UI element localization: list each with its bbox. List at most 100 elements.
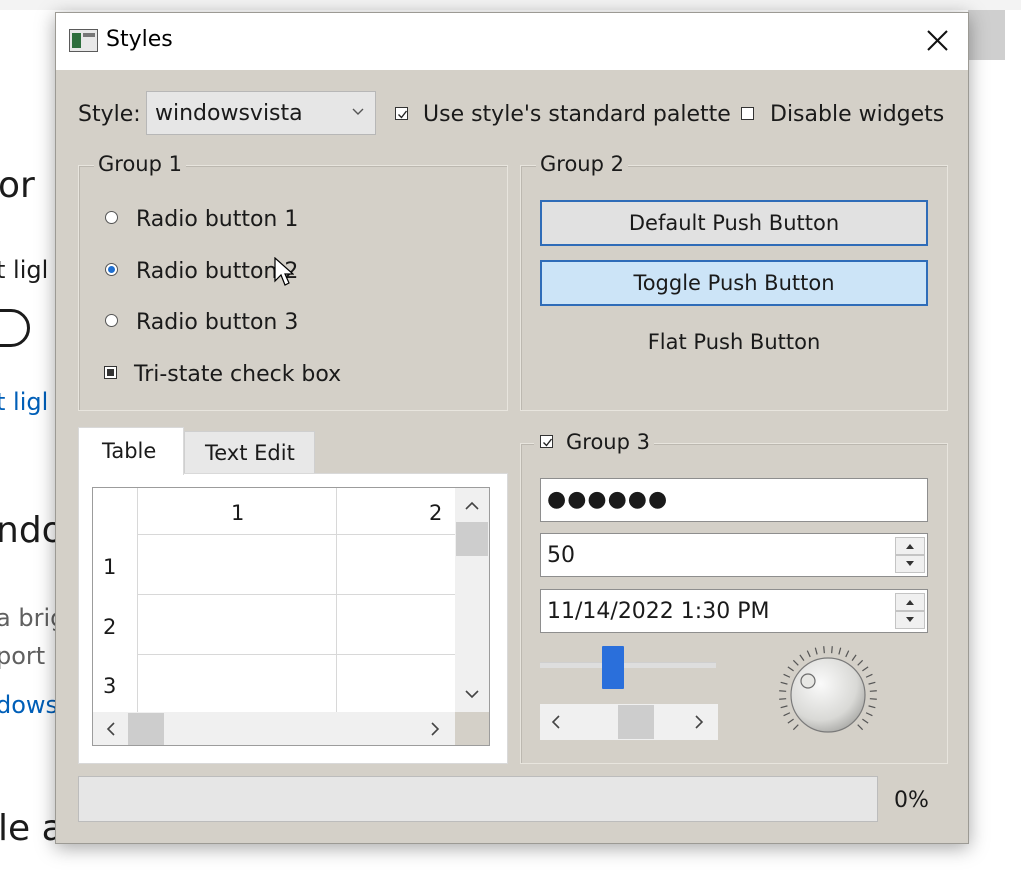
background-heading-fragment: or (0, 165, 35, 206)
tab-text-edit[interactable]: Text Edit (184, 431, 315, 473)
flat-push-button[interactable]: Flat Push Button (540, 321, 928, 367)
style-combobox-value: windowsvista (155, 101, 303, 126)
disable-widgets-checkbox[interactable] (741, 107, 754, 120)
triangle-down-icon (906, 617, 914, 622)
spin-box-value: 50 (547, 543, 575, 568)
group-2-title: Group 2 (536, 152, 628, 176)
grid-line (137, 654, 455, 655)
background-text-fragment: t ligl (0, 256, 49, 284)
chevron-down-icon (352, 108, 364, 115)
dial-tick (869, 690, 877, 692)
dial-tick (823, 646, 825, 654)
dial-tick (831, 646, 833, 654)
dial-tick (779, 690, 787, 692)
style-label: Style: (78, 102, 141, 127)
background-link-fragment: t ligl (0, 388, 49, 416)
row-header-3[interactable]: 3 (103, 674, 116, 698)
dial-tick (857, 659, 864, 666)
dial-tick (845, 650, 850, 658)
dial-tick (783, 712, 791, 717)
progress-bar (78, 776, 878, 822)
dial-tick (814, 647, 818, 655)
radio-button-2[interactable] (105, 263, 118, 276)
background-window-strip (0, 0, 1021, 10)
slider-thumb[interactable] (602, 646, 624, 689)
grid-line (137, 534, 455, 535)
dial-tick (851, 654, 857, 661)
group-3-checkbox[interactable] (540, 435, 553, 448)
chevron-right-icon[interactable] (693, 714, 705, 730)
horizontal-scroll-thumb[interactable] (618, 705, 654, 739)
dial-tick (869, 698, 877, 700)
column-header-1[interactable]: 1 (231, 501, 244, 525)
spin-box[interactable]: 50 (540, 533, 928, 577)
chevron-left-icon[interactable] (105, 721, 117, 737)
tab-table[interactable]: Table (78, 427, 184, 475)
chevron-right-icon[interactable] (429, 721, 441, 737)
tri-state-checkbox[interactable] (104, 366, 117, 379)
window-title: Styles (106, 27, 173, 52)
disable-widgets-label[interactable]: Disable widgets (770, 102, 944, 127)
dial-tick (865, 712, 873, 717)
close-icon (927, 30, 948, 51)
radio-button-1[interactable] (105, 211, 118, 224)
triangle-up-icon (906, 600, 914, 605)
dial-tick (799, 654, 805, 661)
style-combobox[interactable]: windowsvista (146, 91, 376, 135)
date-time-up-button[interactable] (895, 593, 925, 611)
use-palette-checkbox[interactable] (395, 107, 408, 120)
chevron-down-icon[interactable] (464, 688, 480, 700)
chevron-up-icon[interactable] (464, 500, 480, 512)
date-time-down-button[interactable] (895, 611, 925, 629)
dial-tick (787, 666, 794, 672)
checkmark-icon (398, 110, 408, 119)
dial-indicator (800, 673, 816, 689)
radio-button-3-label[interactable]: Radio button 3 (136, 310, 298, 335)
dial-tick (792, 659, 799, 666)
dial-tick (868, 705, 876, 709)
table-vertical-scroll-thumb[interactable] (456, 522, 488, 556)
dial-tick (862, 666, 869, 672)
dial-tick (787, 718, 794, 724)
tab-text-edit-label: Text Edit (205, 441, 295, 465)
app-icon (69, 29, 98, 52)
chevron-left-icon[interactable] (550, 714, 562, 730)
toggle-push-button[interactable]: Toggle Push Button (540, 260, 928, 306)
radio-button-1-label[interactable]: Radio button 1 (136, 207, 298, 232)
dial-tick (780, 681, 788, 685)
tab-table-label: Table (102, 439, 157, 463)
title-bar[interactable]: Styles (56, 13, 968, 70)
dial-knob[interactable] (776, 643, 880, 747)
date-time-edit[interactable]: 11/14/2022 1:30 PM (540, 589, 928, 633)
close-button[interactable] (918, 21, 958, 61)
spin-down-button[interactable] (895, 555, 925, 573)
row-header-2[interactable]: 2 (103, 615, 116, 639)
styles-dialog: Styles Style: windowsvista Use style's s… (55, 12, 969, 844)
table-view[interactable]: 1 2 1 2 3 (92, 487, 490, 746)
table-horizontal-scroll-thumb[interactable] (128, 713, 164, 745)
date-time-spin-buttons[interactable] (895, 593, 925, 629)
dial-tick (806, 650, 811, 658)
dial-tick (780, 705, 788, 709)
row-header-1[interactable]: 1 (103, 555, 116, 579)
grid-line (137, 594, 455, 595)
background-scrollbar (968, 10, 1005, 60)
spin-up-button[interactable] (895, 537, 925, 555)
default-push-button[interactable]: Default Push Button (540, 200, 928, 246)
triangle-down-icon (906, 561, 914, 566)
triangle-up-icon (906, 544, 914, 549)
slider-track[interactable] (540, 662, 716, 668)
dial-tick (792, 724, 799, 731)
spin-buttons[interactable] (895, 537, 925, 573)
column-header-2[interactable]: 2 (429, 501, 442, 525)
dial-tick (868, 681, 876, 685)
dial-face (790, 657, 866, 733)
dial-tick (862, 718, 869, 724)
radio-button-3[interactable] (105, 314, 118, 327)
background-link-fragment: dows (0, 691, 59, 719)
use-palette-label[interactable]: Use style's standard palette (423, 102, 731, 127)
password-field-value: ●●●●●● (547, 487, 669, 512)
tri-state-label[interactable]: Tri-state check box (134, 362, 341, 387)
password-field[interactable]: ●●●●●● (540, 478, 928, 522)
progress-label: 0% (894, 788, 929, 813)
